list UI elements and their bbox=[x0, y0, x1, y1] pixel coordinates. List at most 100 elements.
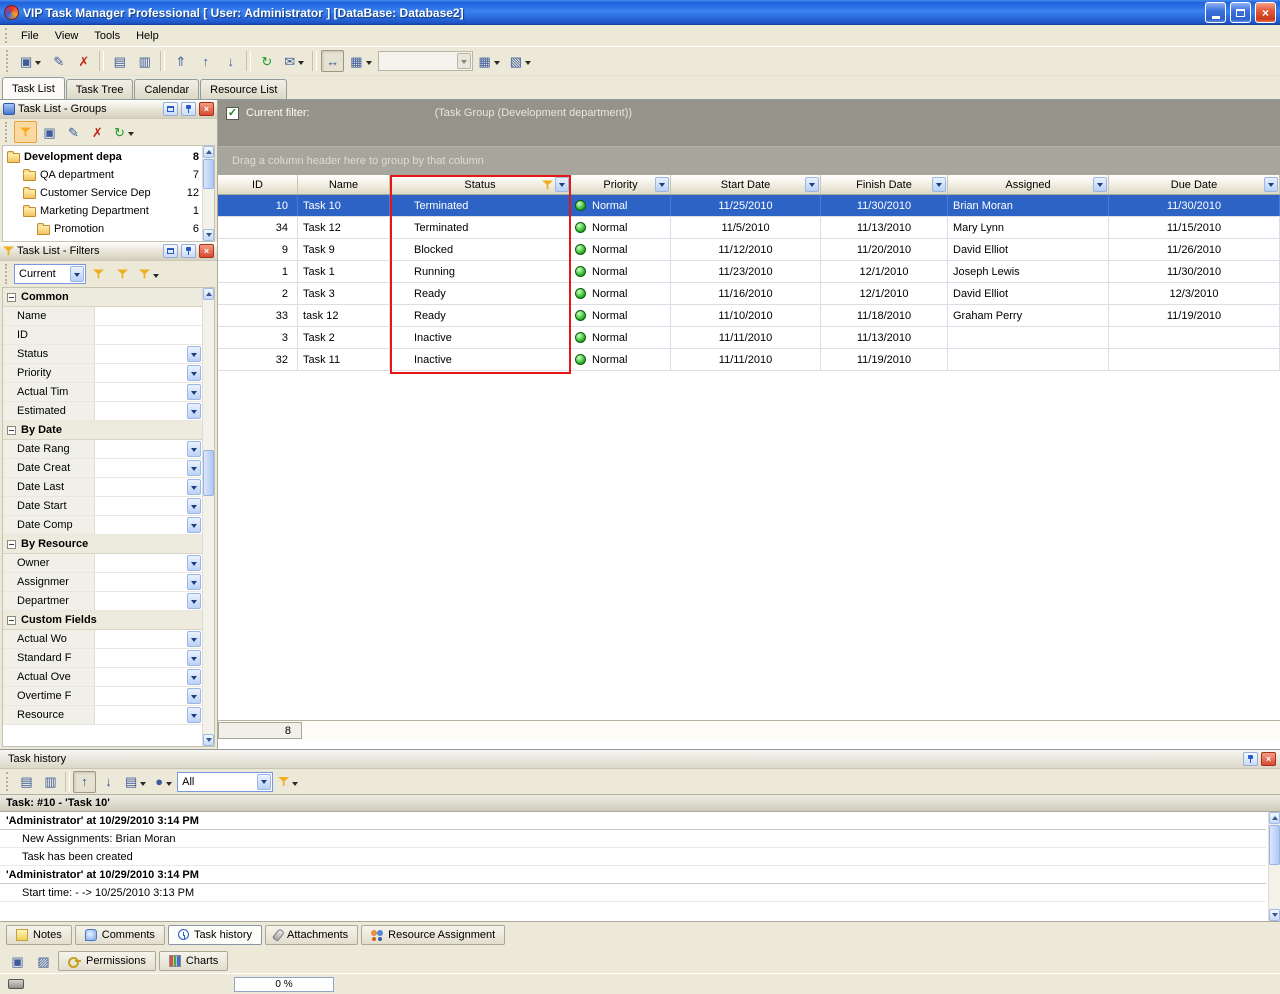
scroll-track[interactable] bbox=[1269, 824, 1280, 909]
filter-value-cell[interactable] bbox=[95, 630, 202, 648]
user-filter-dropdown[interactable]: ● bbox=[151, 771, 176, 793]
menu-view[interactable]: View bbox=[47, 27, 87, 45]
tab-comments[interactable]: Comments bbox=[75, 925, 165, 945]
task-search-combobox[interactable] bbox=[378, 51, 473, 71]
dropdown-arrow-icon[interactable] bbox=[187, 346, 201, 362]
tab-notes[interactable]: Notes bbox=[6, 925, 72, 945]
edit-group-button[interactable]: ✎ bbox=[62, 121, 85, 143]
group-promotion[interactable]: Promotion 6 bbox=[3, 220, 201, 238]
sort-ascending-button[interactable]: ↑ bbox=[73, 771, 96, 793]
scroll-down-icon[interactable] bbox=[203, 229, 214, 241]
task-notes-button[interactable]: ▥ bbox=[133, 50, 156, 72]
task-row-33[interactable]: 33 task 12 Ready Normal 11/10/2010 11/18… bbox=[218, 305, 1280, 327]
dropdown-arrow-icon[interactable] bbox=[187, 574, 201, 590]
scroll-up-icon[interactable] bbox=[203, 146, 214, 158]
dropdown-arrow-icon[interactable] bbox=[187, 498, 201, 514]
restore-panel-icon[interactable] bbox=[163, 244, 178, 258]
filter-field-date-last[interactable]: Date Last Date Last bbox=[3, 478, 202, 497]
tab-attachments[interactable]: Attachments bbox=[265, 925, 358, 945]
minimize-button[interactable] bbox=[1205, 2, 1226, 23]
filter-value-cell[interactable] bbox=[95, 440, 202, 458]
column-filter-arrow[interactable] bbox=[1264, 177, 1278, 192]
scroll-track[interactable] bbox=[203, 300, 214, 734]
tab-calendar[interactable]: Calendar bbox=[134, 79, 199, 99]
close-panel-icon[interactable]: × bbox=[199, 244, 214, 258]
filter-value-cell[interactable] bbox=[95, 516, 202, 534]
filters-scrollbar[interactable] bbox=[202, 288, 214, 746]
filter-field-overtime[interactable]: Overtime F Overtime F bbox=[3, 687, 202, 706]
pin-icon[interactable] bbox=[181, 244, 196, 258]
groups-tree-scrollbar[interactable] bbox=[202, 146, 214, 241]
scroll-down-icon[interactable] bbox=[1269, 909, 1280, 921]
filter-field-date-start[interactable]: Date Start Date Start bbox=[3, 497, 202, 516]
collapse-icon[interactable] bbox=[7, 426, 16, 435]
sort-descending-button[interactable]: ↓ bbox=[97, 771, 120, 793]
close-panel-icon[interactable]: × bbox=[1261, 752, 1276, 766]
filter-field-date-created[interactable]: Date Creat Date Creat bbox=[3, 459, 202, 478]
column-filter-arrow[interactable] bbox=[805, 177, 819, 192]
filter-value-cell[interactable] bbox=[95, 383, 202, 401]
collapse-icon[interactable] bbox=[7, 540, 16, 549]
send-notification-dropdown[interactable]: ✉ bbox=[280, 50, 308, 72]
filter-value-cell[interactable] bbox=[95, 592, 202, 610]
filter-value-cell[interactable] bbox=[95, 307, 202, 325]
history-scrollbar[interactable] bbox=[1268, 812, 1280, 921]
scroll-up-icon[interactable] bbox=[1269, 812, 1280, 824]
dropdown-arrow-icon[interactable] bbox=[187, 631, 201, 647]
filter-section-by-date[interactable]: By Date By Date bbox=[3, 421, 202, 440]
task-row-3[interactable]: 3 Task 2 Inactive Normal 11/11/2010 11/1… bbox=[218, 327, 1280, 349]
column-header-finish-date[interactable]: Finish Date bbox=[821, 175, 948, 194]
restore-panel-icon[interactable] bbox=[163, 102, 178, 116]
fit-columns-button[interactable]: ↔ bbox=[321, 50, 344, 72]
filter-section-common[interactable]: Common Common bbox=[3, 288, 202, 307]
column-header-due-date[interactable]: Due Date bbox=[1109, 175, 1280, 194]
group-qa-department[interactable]: QA department 7 bbox=[3, 166, 201, 184]
filter-field-actual-time[interactable]: Actual Tim Actual Tim bbox=[3, 383, 202, 402]
tab-task-tree[interactable]: Task Tree bbox=[66, 79, 134, 99]
columns-dropdown[interactable]: ▦ bbox=[475, 50, 504, 72]
filter-field-standard[interactable]: Standard F Standard F bbox=[3, 649, 202, 668]
current-filter-checkbox[interactable]: ✓ bbox=[226, 107, 239, 120]
filter-field-department[interactable]: Departmer Departmer bbox=[3, 592, 202, 611]
filter-section-by-resource[interactable]: By Resource By Resource bbox=[3, 535, 202, 554]
refresh-groups-button[interactable]: ↻ bbox=[110, 121, 138, 143]
filter-groups-button[interactable] bbox=[14, 121, 37, 143]
copy-button[interactable]: ▥ bbox=[39, 771, 62, 793]
pin-icon[interactable] bbox=[1243, 752, 1258, 766]
apply-filter-button[interactable] bbox=[87, 263, 110, 285]
collapse-icon[interactable] bbox=[7, 616, 16, 625]
dropdown-arrow-icon[interactable] bbox=[187, 669, 201, 685]
filter-field-status[interactable]: Status Status bbox=[3, 345, 202, 364]
close-button[interactable]: × bbox=[1255, 2, 1276, 23]
panel-options-button[interactable]: ▨ bbox=[32, 950, 55, 972]
edit-task-button[interactable]: ✎ bbox=[47, 50, 70, 72]
dropdown-arrow-icon[interactable] bbox=[187, 593, 201, 609]
tab-resource-list[interactable]: Resource List bbox=[200, 79, 287, 99]
filter-value-cell[interactable] bbox=[95, 668, 202, 686]
move-up-button[interactable]: ↑ bbox=[194, 50, 217, 72]
task-row-9[interactable]: 9 Task 9 Blocked Normal 11/12/2010 11/20… bbox=[218, 239, 1280, 261]
tab-charts[interactable]: Charts bbox=[159, 951, 228, 971]
task-row-34[interactable]: 34 Task 12 Terminated Normal 11/5/2010 1… bbox=[218, 217, 1280, 239]
column-filter-arrow[interactable] bbox=[555, 177, 569, 192]
column-filter-arrow[interactable] bbox=[655, 177, 669, 192]
group-history-dropdown[interactable]: ▤ bbox=[121, 771, 150, 793]
filter-value-cell[interactable] bbox=[95, 649, 202, 667]
dropdown-arrow-icon[interactable] bbox=[187, 441, 201, 457]
group-development-department[interactable]: Development depa 8 bbox=[3, 148, 201, 166]
refresh-button[interactable]: ↻ bbox=[255, 50, 278, 72]
filter-value-cell[interactable] bbox=[95, 687, 202, 705]
new-task-button[interactable]: ▣ bbox=[16, 50, 45, 72]
scroll-thumb[interactable] bbox=[203, 159, 214, 189]
filter-value-cell[interactable] bbox=[95, 345, 202, 363]
tab-task-list[interactable]: Task List bbox=[2, 77, 65, 99]
tab-task-history[interactable]: Task history bbox=[168, 925, 262, 945]
history-type-combobox[interactable]: All bbox=[177, 772, 273, 792]
view-layout-dropdown[interactable]: ▦ bbox=[346, 50, 375, 72]
dock-panel-button[interactable]: ▣ bbox=[6, 950, 29, 972]
tab-permissions[interactable]: Permissions bbox=[58, 951, 156, 971]
filter-field-resource[interactable]: Resource Resource bbox=[3, 706, 202, 725]
scroll-down-icon[interactable] bbox=[203, 734, 214, 746]
edit-filter-button[interactable] bbox=[111, 263, 134, 285]
dropdown-arrow-icon[interactable] bbox=[187, 688, 201, 704]
